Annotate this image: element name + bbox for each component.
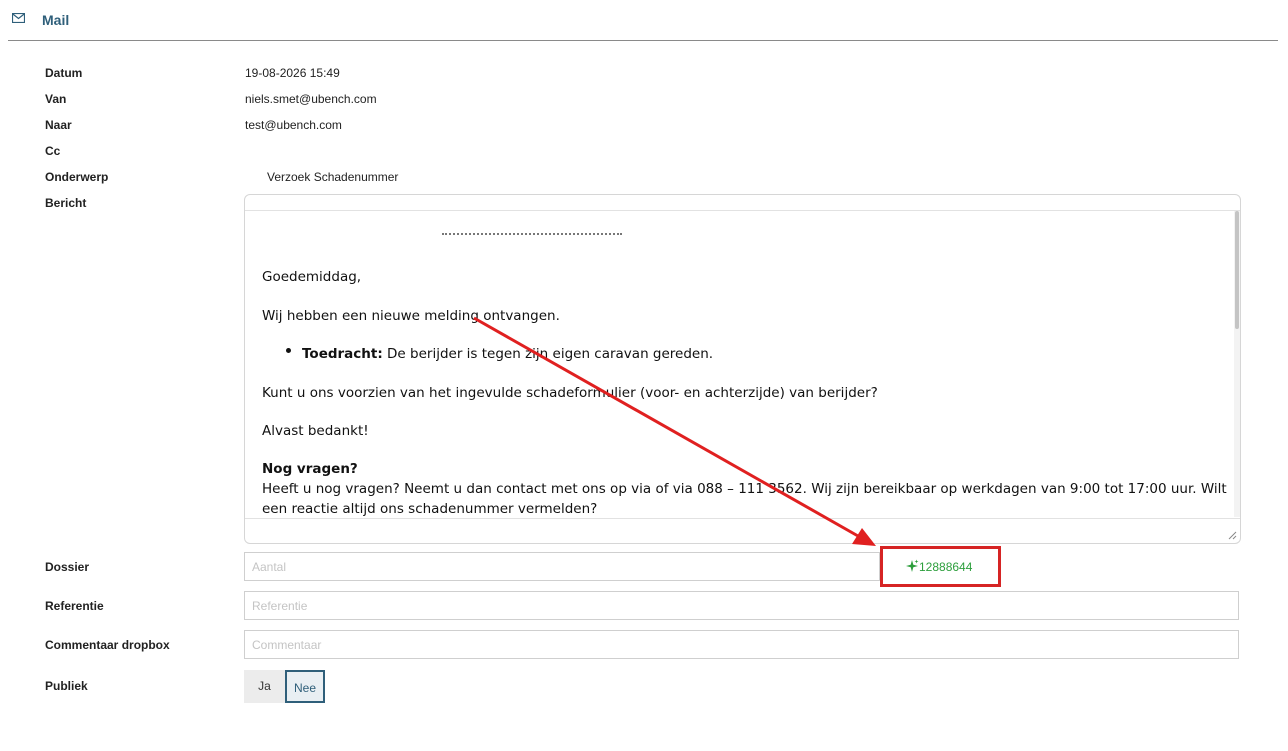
scrollbar-thumb[interactable] [1235, 211, 1239, 329]
publiek-ja-button[interactable]: Ja [244, 670, 285, 703]
publiek-nee-button[interactable]: Nee [285, 670, 325, 703]
message-bullet: Toedracht: De berijder is tegen zijn eig… [302, 344, 713, 364]
referentie-input[interactable] [244, 591, 1239, 620]
message-body[interactable]: Goedemiddag, Wij hebben een nieuwe meldi… [262, 211, 1232, 517]
suggestion-value: 12888644 [919, 560, 973, 574]
message-line-5: een reactie altijd ons schadenummer verm… [262, 501, 598, 517]
message-editor[interactable]: Goedemiddag, Wij hebben een nieuwe meldi… [244, 194, 1241, 544]
message-line-1: Wij hebben een nieuwe melding ontvangen. [262, 308, 560, 324]
bericht-label: Bericht [45, 196, 87, 210]
publiek-label: Publiek [45, 679, 88, 693]
message-heading: Nog vragen? [262, 461, 358, 477]
naar-label: Naar [45, 118, 72, 132]
message-greeting: Goedemiddag, [262, 269, 362, 285]
naar-value: test@ubench.com [245, 118, 342, 132]
message-line-4: Heeft u nog vragen? Neemt u dan contact … [262, 481, 1232, 497]
van-label: Van [45, 92, 67, 106]
cc-label: Cc [45, 144, 61, 158]
message-line-3: Alvast bedankt! [262, 423, 369, 439]
bullet-label: Toedracht: [302, 346, 383, 362]
bullet-text: De berijder is tegen zijn eigen caravan … [382, 346, 714, 362]
page-title: Mail [42, 12, 70, 28]
commentaar-label: Commentaar dropbox [45, 638, 170, 652]
onderwerp-value: Verzoek Schadenummer [267, 170, 399, 184]
dossier-label: Dossier [45, 560, 90, 574]
envelope-icon [12, 13, 25, 23]
clipped-text-line [442, 233, 622, 239]
editor-statusbar [245, 518, 1240, 543]
referentie-label: Referentie [45, 599, 104, 613]
commentaar-input[interactable] [244, 630, 1239, 659]
message-line-2: Kunt u ons voorzien van het ingevulde sc… [262, 385, 878, 401]
datum-label: Datum [45, 66, 83, 80]
onderwerp-label: Onderwerp [45, 170, 109, 184]
editor-toolbar [245, 195, 1240, 211]
sparkle-icon [906, 559, 919, 572]
dossier-suggestion[interactable]: 12888644 [905, 559, 972, 574]
resize-handle-icon[interactable] [1227, 530, 1237, 540]
bullet-dot [286, 348, 291, 353]
dossier-input[interactable] [244, 552, 880, 581]
datum-value: 19-08-2026 15:49 [245, 66, 340, 80]
mail-header: Mail [8, 0, 1278, 41]
van-value: niels.smet@ubench.com [245, 92, 377, 106]
